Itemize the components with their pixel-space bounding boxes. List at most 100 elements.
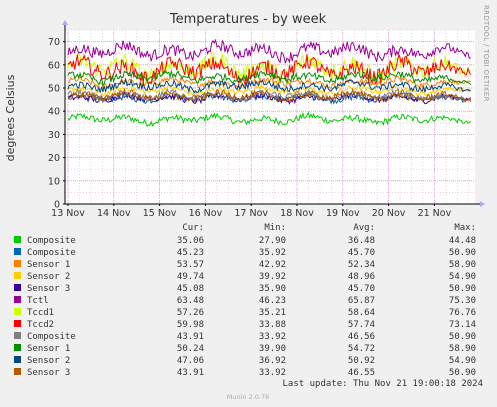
legend-value: 36.48 xyxy=(348,236,375,246)
legend-header: Min: xyxy=(264,223,286,233)
legend-value: 33.88 xyxy=(259,320,286,330)
x-tick-label: 19 Nov xyxy=(326,208,360,219)
legend-value: 46.55 xyxy=(348,368,375,378)
y-tick-label: 30 xyxy=(48,130,60,141)
legend-value: 35.21 xyxy=(259,308,286,318)
legend-value: 50.90 xyxy=(449,368,476,378)
legend-swatch xyxy=(14,356,21,363)
legend-name: Sensor 3 xyxy=(27,284,70,294)
last-update: Last update: Thu Nov 21 19:00:18 2024 xyxy=(283,379,483,389)
x-tick-label: 15 Nov xyxy=(143,208,177,219)
legend-swatch xyxy=(14,320,21,327)
legend-value: 27.90 xyxy=(259,236,286,246)
legend-value: 35.90 xyxy=(259,284,286,294)
legend-value: 33.92 xyxy=(259,368,286,378)
munin-version: Munin 2.0.76 xyxy=(227,393,270,401)
y-axis-arrow xyxy=(62,20,68,25)
legend-swatch xyxy=(14,296,21,303)
legend-value: 54.72 xyxy=(348,344,375,354)
legend-name: Sensor 1 xyxy=(27,260,70,270)
legend-value: 50.24 xyxy=(177,344,204,354)
legend-swatch xyxy=(14,248,21,255)
x-tick-label: 13 Nov xyxy=(51,208,85,219)
legend-value: 42.92 xyxy=(259,260,286,270)
x-tick-label: 20 Nov xyxy=(372,208,406,219)
legend-value: 63.48 xyxy=(177,296,204,306)
legend-value: 58.90 xyxy=(449,260,476,270)
legend-swatch xyxy=(14,368,21,375)
legend-value: 44.48 xyxy=(449,236,476,246)
legend-value: 58.64 xyxy=(348,308,375,318)
legend-value: 45.70 xyxy=(348,284,375,294)
legend-swatch xyxy=(14,284,21,291)
legend-value: 46.56 xyxy=(348,332,375,342)
legend-value: 43.91 xyxy=(177,332,204,342)
legend-name: Sensor 2 xyxy=(27,356,70,366)
legend-value: 65.87 xyxy=(348,296,375,306)
x-axis-arrow xyxy=(480,201,485,207)
y-tick-label: 50 xyxy=(48,84,60,95)
legend-name: Composite xyxy=(27,236,76,246)
y-tick-label: 10 xyxy=(48,176,60,187)
x-tick-label: 18 Nov xyxy=(280,208,314,219)
legend-value: 57.26 xyxy=(177,308,204,318)
legend-name: Tccd2 xyxy=(27,320,54,330)
legend-value: 54.90 xyxy=(449,272,476,282)
legend-value: 47.06 xyxy=(177,356,204,366)
rrdtool-side-label: RRDTOOL / TOBI OETIKER xyxy=(482,5,490,102)
y-tick-label: 20 xyxy=(48,153,60,164)
legend-value: 46.23 xyxy=(259,296,286,306)
legend: Cur: Min: Avg: Max: Composite 35.06 27.90 36.48… xyxy=(14,223,476,378)
legend-value: 52.34 xyxy=(348,260,375,270)
legend-value: 50.92 xyxy=(348,356,375,366)
legend-value: 39.90 xyxy=(259,344,286,354)
legend-value: 43.91 xyxy=(177,368,204,378)
y-tick-label: 40 xyxy=(48,107,60,118)
temperature-chart: Temperatures - by week degrees Celsius R… xyxy=(4,5,490,401)
legend-value: 59.98 xyxy=(177,320,204,330)
legend-value: 75.30 xyxy=(449,296,476,306)
legend-swatch xyxy=(14,272,21,279)
legend-swatch xyxy=(14,308,21,315)
legend-header: Cur: xyxy=(182,223,204,233)
legend-value: 48.96 xyxy=(348,272,375,282)
legend-value: 58.90 xyxy=(449,344,476,354)
legend-name: Tctl xyxy=(27,296,49,306)
plot-area xyxy=(65,30,475,204)
x-tick-label: 14 Nov xyxy=(97,208,131,219)
legend-value: 45.23 xyxy=(177,248,204,258)
legend-value: 49.74 xyxy=(177,272,204,282)
x-tick-label: 17 Nov xyxy=(234,208,268,219)
legend-name: Composite xyxy=(27,332,76,342)
legend-value: 50.90 xyxy=(449,248,476,258)
legend-swatch xyxy=(14,332,21,339)
legend-value: 53.57 xyxy=(177,260,204,270)
legend-header: Max: xyxy=(454,223,476,233)
legend-name: Sensor 1 xyxy=(27,344,70,354)
y-axis-label: degrees Celsius xyxy=(4,74,17,161)
legend-value: 54.90 xyxy=(449,356,476,366)
legend-value: 73.14 xyxy=(449,320,476,330)
legend-value: 45.08 xyxy=(177,284,204,294)
legend-name: Sensor 3 xyxy=(27,368,70,378)
legend-value: 45.70 xyxy=(348,248,375,258)
legend-value: 35.92 xyxy=(259,248,286,258)
legend-value: 36.92 xyxy=(259,356,286,366)
y-tick-label: 60 xyxy=(48,60,60,71)
chart-title: Temperatures - by week xyxy=(169,12,327,27)
y-tick-label: 70 xyxy=(48,37,60,48)
legend-name: Composite xyxy=(27,248,76,258)
legend-value: 35.06 xyxy=(177,236,204,246)
legend-value: 57.74 xyxy=(348,320,375,330)
legend-swatch xyxy=(14,344,21,351)
legend-value: 50.90 xyxy=(449,284,476,294)
legend-value: 50.90 xyxy=(449,332,476,342)
x-tick-label: 21 Nov xyxy=(418,208,452,219)
x-tick-label: 16 Nov xyxy=(189,208,223,219)
legend-swatch xyxy=(14,260,21,267)
legend-name: Sensor 2 xyxy=(27,272,70,282)
legend-value: 39.92 xyxy=(259,272,286,282)
legend-header: Avg: xyxy=(353,223,375,233)
legend-name: Tccd1 xyxy=(27,308,54,318)
legend-value: 33.92 xyxy=(259,332,286,342)
